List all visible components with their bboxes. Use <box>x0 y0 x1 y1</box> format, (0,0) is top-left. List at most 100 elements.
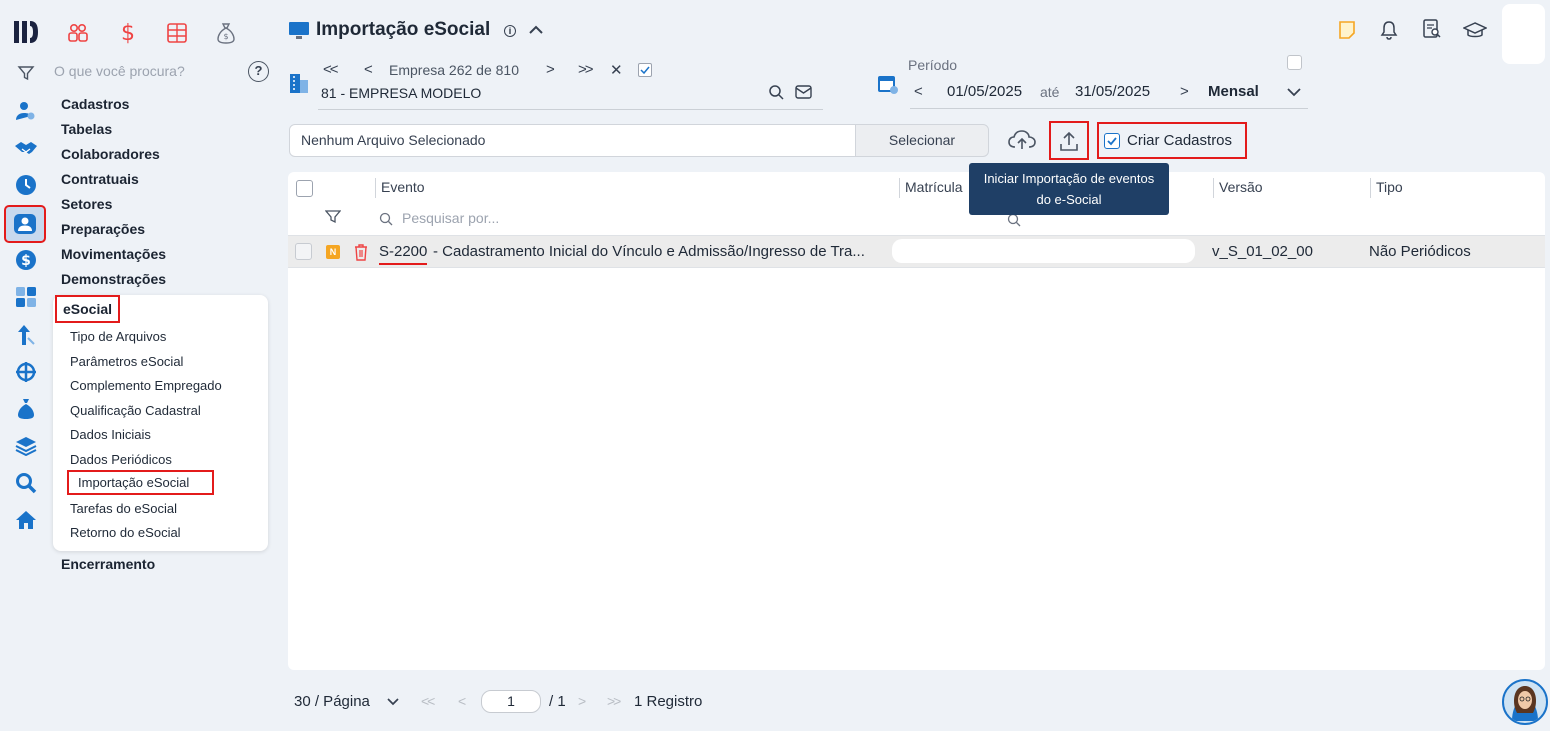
menu-item-preparacoes[interactable]: Preparações <box>61 221 145 237</box>
filter-icon[interactable] <box>12 59 40 87</box>
evento-filter-input[interactable]: Pesquisar por... <box>402 210 499 226</box>
dollar-module-icon[interactable]: $ <box>111 18 145 48</box>
next-company-button[interactable]: > <box>546 61 555 78</box>
menu-search-input[interactable]: O que você procura? <box>54 63 185 79</box>
menu-item-colaboradores[interactable]: Colaboradores <box>61 146 160 162</box>
prev-company-button[interactable]: < <box>364 61 373 78</box>
column-header-tipo[interactable]: Tipo <box>1376 179 1403 195</box>
company-checkbox[interactable] <box>638 63 652 77</box>
growth-arrow-icon[interactable] <box>12 321 40 349</box>
tooltip-line-2: do e-Social <box>1036 192 1102 207</box>
people-module-icon[interactable] <box>61 18 95 48</box>
chevron-down-icon[interactable] <box>1286 87 1302 97</box>
last-page-button[interactable]: >> <box>607 693 621 709</box>
svg-text:$: $ <box>21 253 31 269</box>
menu-item-demonstracoes[interactable]: Demonstrações <box>61 271 166 287</box>
monitor-icon <box>289 21 309 41</box>
page-input[interactable]: 1 <box>481 690 541 713</box>
app-logo[interactable] <box>12 18 40 46</box>
search-company-icon[interactable] <box>768 84 784 100</box>
left-rail: $ <box>0 0 52 731</box>
mail-icon[interactable] <box>795 85 812 99</box>
per-page-chevron-icon[interactable] <box>386 697 400 706</box>
select-all-checkbox[interactable] <box>296 180 313 197</box>
submenu-importacao-esocial[interactable]: Importação eSocial <box>67 470 214 495</box>
matricula-field[interactable] <box>892 239 1195 263</box>
document-search-icon[interactable] <box>1422 19 1442 39</box>
menu-item-cadastros[interactable]: Cadastros <box>61 96 129 112</box>
home-icon[interactable] <box>12 506 40 534</box>
chevron-up-icon[interactable] <box>528 24 544 36</box>
start-import-button[interactable] <box>1049 121 1089 160</box>
submenu-tipo-arquivos[interactable]: Tipo de Arquivos <box>70 329 166 344</box>
dollar-icon[interactable]: $ <box>12 246 40 274</box>
create-records-checkbox[interactable]: Criar Cadastros <box>1097 122 1247 159</box>
row-checkbox[interactable] <box>295 243 312 260</box>
menu-item-contratuais[interactable]: Contratuais <box>61 171 139 187</box>
period-end-input[interactable]: 31/05/2025 <box>1075 83 1150 100</box>
create-records-label: Criar Cadastros <box>1127 132 1233 149</box>
event-code[interactable]: S-2200 <box>379 243 428 265</box>
file-input[interactable]: Nenhum Arquivo Selecionado <box>289 124 856 157</box>
submenu-dados-periodicos[interactable]: Dados Periódicos <box>70 452 172 467</box>
next-page-button[interactable]: > <box>578 693 586 709</box>
table-row[interactable]: N S-2200 - Cadastramento Inicial do Vínc… <box>288 235 1545 268</box>
column-header-matricula[interactable]: Matrícula <box>905 179 963 195</box>
filter-row-icon[interactable] <box>325 209 341 225</box>
search-filter-icon <box>379 212 393 226</box>
people-icon[interactable] <box>4 205 46 243</box>
menu-item-esocial[interactable]: eSocial <box>54 295 121 323</box>
period-separator: até <box>1040 84 1060 100</box>
person-gear-icon[interactable] <box>12 97 40 125</box>
graduation-cap-icon[interactable] <box>1463 20 1487 40</box>
select-file-button[interactable]: Selecionar <box>855 124 989 157</box>
esocial-submenu: eSocial Tipo de Arquivos Parâmetros eSoc… <box>53 295 268 551</box>
handshake-icon[interactable] <box>12 134 40 162</box>
menu-item-encerramento[interactable]: Encerramento <box>61 556 155 572</box>
submenu-parametros-esocial[interactable]: Parâmetros eSocial <box>70 354 183 369</box>
money-bag-icon[interactable] <box>12 395 40 423</box>
clock-icon[interactable] <box>12 171 40 199</box>
submenu-tarefas-esocial[interactable]: Tarefas do eSocial <box>70 501 177 516</box>
column-header-versao[interactable]: Versão <box>1219 179 1263 195</box>
network-icon[interactable] <box>12 358 40 386</box>
submenu-dados-iniciais[interactable]: Dados Iniciais <box>70 427 151 442</box>
prev-period-button[interactable]: < <box>914 83 923 100</box>
submenu-complemento-empregado[interactable]: Complemento Empregado <box>70 378 222 393</box>
money-bag-module-icon[interactable]: $ <box>209 18 243 48</box>
bell-icon[interactable] <box>1380 20 1398 40</box>
prev-page-button[interactable]: < <box>458 693 466 709</box>
submenu-retorno-esocial[interactable]: Retorno do eSocial <box>70 525 181 540</box>
calculator-icon[interactable] <box>12 283 40 311</box>
company-nav-label: Empresa 262 de 810 <box>389 62 519 78</box>
search-icon[interactable] <box>12 469 40 497</box>
period-mode-select[interactable]: Mensal <box>1208 83 1259 100</box>
per-page-select[interactable]: 30 / Página <box>294 693 370 710</box>
first-company-button[interactable]: << <box>323 61 338 78</box>
next-period-button[interactable]: > <box>1180 83 1189 100</box>
menu-item-tabelas[interactable]: Tabelas <box>61 121 112 137</box>
notes-icon[interactable] <box>1337 20 1357 40</box>
event-description[interactable]: - Cadastramento Inicial do Vínculo e Adm… <box>433 243 865 260</box>
first-page-button[interactable]: << <box>421 693 435 709</box>
submenu-qualificacao-cadastral[interactable]: Qualificação Cadastral <box>70 403 201 418</box>
period-start-input[interactable]: 01/05/2025 <box>947 83 1022 100</box>
period-checkbox[interactable] <box>1287 55 1302 70</box>
company-name[interactable]: 81 - EMPRESA MODELO <box>321 85 481 101</box>
trash-icon[interactable] <box>353 243 369 261</box>
close-icon[interactable]: ✕ <box>610 61 623 79</box>
info-icon[interactable]: i <box>504 25 516 37</box>
menu-item-movimentacoes[interactable]: Movimentações <box>61 246 166 262</box>
cloud-upload-icon[interactable] <box>1008 128 1036 152</box>
layers-icon[interactable] <box>12 432 40 460</box>
column-header-evento[interactable]: Evento <box>381 179 425 195</box>
user-menu-button[interactable] <box>1502 4 1545 64</box>
assistant-avatar[interactable] <box>1502 679 1548 725</box>
spreadsheet-module-icon[interactable] <box>160 18 194 48</box>
checkbox-checked-icon <box>1104 132 1120 149</box>
last-company-button[interactable]: >> <box>578 61 593 78</box>
help-icon[interactable]: ? <box>248 61 269 82</box>
menu-item-setores[interactable]: Setores <box>61 196 112 212</box>
matricula-search-icon[interactable] <box>1007 213 1021 227</box>
event-version: v_S_01_02_00 <box>1212 243 1313 260</box>
